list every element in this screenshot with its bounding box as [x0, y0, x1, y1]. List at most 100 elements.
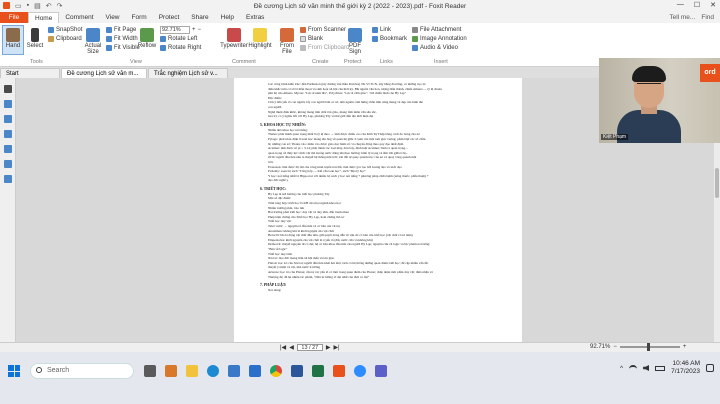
section-5-body: Nhiều nhà khoa học nổi tiếng: Thales: phá…: [260, 128, 510, 183]
mail-icon[interactable]: [249, 365, 261, 377]
minimize-button[interactable]: —: [677, 1, 684, 9]
next-page-button[interactable]: ▶: [326, 344, 331, 351]
first-page-button[interactable]: |◀: [280, 344, 286, 351]
volume-icon[interactable]: [643, 365, 650, 371]
zoom-in-button[interactable]: +: [192, 27, 196, 33]
maximize-button[interactable]: ☐: [694, 1, 700, 9]
tab-extras[interactable]: Extras: [240, 12, 270, 23]
last-page-button[interactable]: ▶|: [333, 344, 339, 351]
scrollbar-thumb[interactable]: [715, 168, 719, 198]
rotate-left-button[interactable]: Rotate Left: [160, 34, 201, 43]
hand-tool-button[interactable]: Hand: [2, 25, 24, 55]
media-icon: [412, 44, 418, 51]
pdf-page: Các công trình kiến trúc: đền Parthenon …: [234, 78, 522, 342]
edge-icon[interactable]: [207, 365, 219, 377]
tab-form[interactable]: Form: [126, 12, 153, 23]
link-button[interactable]: Link: [372, 25, 407, 34]
task-view-icon[interactable]: [144, 365, 156, 377]
pdf-sign-button[interactable]: PDF Sign: [344, 25, 366, 55]
tab-comment[interactable]: Comment: [59, 12, 99, 23]
rotate-right-button[interactable]: Rotate Right: [160, 43, 201, 52]
clipboard-button[interactable]: Clipboard: [48, 34, 82, 43]
status-bar: |◀ ◀ 13 / 27 ▶ ▶| 92.71% − +: [0, 342, 720, 352]
zoom-field[interactable]: 92.71%: [160, 25, 190, 34]
fit-page-button[interactable]: Fit Page: [106, 25, 140, 34]
notifications-icon[interactable]: [706, 364, 714, 372]
zoom-out-button[interactable]: −: [198, 27, 202, 33]
start-button[interactable]: [8, 365, 20, 377]
excel-icon[interactable]: [312, 365, 324, 377]
from-scanner-button[interactable]: From Scanner: [300, 25, 349, 34]
tab-view[interactable]: View: [100, 12, 126, 23]
page-thumbnails-icon[interactable]: [3, 85, 12, 93]
file-explorer-icon[interactable]: [186, 365, 198, 377]
highlight-icon: [253, 28, 267, 42]
tab-share[interactable]: Share: [185, 12, 214, 23]
zoom-out-icon[interactable]: −: [613, 344, 617, 350]
navigation-pane: [0, 78, 16, 342]
close-button[interactable]: ✕: [710, 1, 716, 9]
from-clipboard-button[interactable]: From Clipboard: [300, 43, 349, 52]
wifi-icon[interactable]: [629, 365, 638, 371]
bookmark-icon: [372, 35, 378, 42]
page-text-top: Các công trình kiến trúc: đền Parthenon …: [260, 82, 510, 119]
rotate-left-icon: [160, 35, 166, 42]
widgets-icon[interactable]: [165, 365, 177, 377]
taskbar-search[interactable]: Search: [30, 363, 134, 379]
rotate-right-icon: [160, 44, 166, 51]
teams-icon[interactable]: [375, 365, 387, 377]
audio-video-button[interactable]: Audio & Video: [412, 43, 467, 52]
battery-icon[interactable]: [655, 365, 666, 371]
fit-visible-button[interactable]: Fit Visible: [106, 43, 140, 52]
pdf-sign-icon: [348, 28, 362, 42]
tab-start[interactable]: Start: [0, 68, 60, 78]
zoom-slider[interactable]: [619, 343, 680, 351]
select-tool-button[interactable]: Select: [24, 25, 46, 49]
tray-overflow-button[interactable]: ^: [620, 365, 623, 372]
word-icon[interactable]: [291, 365, 303, 377]
file-menu[interactable]: File: [0, 12, 28, 23]
page-number-field[interactable]: 13 / 27: [296, 344, 323, 351]
view-group-label: View: [130, 59, 142, 65]
find-input[interactable]: Find: [701, 12, 714, 23]
section-7-body: Nổi dung:: [260, 288, 510, 293]
tab-document-1[interactable]: Đề cương Lịch sử văn m...: [61, 68, 147, 78]
tab-help[interactable]: Help: [215, 12, 240, 23]
tell-me-input[interactable]: Tell me...: [669, 12, 695, 23]
fit-width-button[interactable]: Fit Width: [106, 34, 140, 43]
layers-icon[interactable]: [3, 115, 12, 123]
reflow-icon: [140, 28, 154, 42]
tab-home[interactable]: Home: [28, 12, 60, 23]
paperclip-icon: [412, 26, 418, 33]
file-attachment-button[interactable]: File Attachment: [412, 25, 467, 34]
typewriter-button[interactable]: Typewriter: [220, 25, 248, 49]
zoom-percentage: 92.71%: [590, 344, 611, 350]
signatures-icon[interactable]: [3, 175, 12, 183]
zoom-in-icon[interactable]: +: [683, 344, 687, 350]
attachments-icon[interactable]: [3, 145, 12, 153]
tab-protect[interactable]: Protect: [153, 12, 186, 23]
fit-visible-icon: [106, 44, 112, 51]
security-icon[interactable]: [3, 160, 12, 168]
tab-document-2[interactable]: Trắc nghiệm Lịch sử v...: [148, 68, 228, 78]
from-file-button[interactable]: From File: [276, 25, 298, 55]
zoom-app-icon[interactable]: [354, 365, 366, 377]
window-title: Đề cương Lịch sử văn minh thế giới kỳ 2 …: [253, 2, 467, 10]
image-annotation-button[interactable]: Image Annotation: [412, 34, 467, 43]
title-bar: ▭ ▪ ▤ ↶ ↷ Đề cương Lịch sử văn minh thế …: [0, 0, 720, 12]
chrome-icon[interactable]: [270, 365, 282, 377]
highlight-button[interactable]: Highlight: [248, 25, 272, 49]
store-icon[interactable]: [228, 365, 240, 377]
bookmark-button[interactable]: Bookmark: [372, 34, 407, 43]
reflow-button[interactable]: Reflow: [136, 25, 158, 49]
prev-page-button[interactable]: ◀: [289, 344, 294, 351]
actual-size-button[interactable]: Actual Size: [82, 25, 104, 55]
bookmarks-icon[interactable]: [3, 100, 12, 108]
blank-page-button[interactable]: Blank: [300, 34, 349, 43]
scanner-icon: [300, 26, 306, 33]
clock[interactable]: 10:46 AM 7/17/2023: [671, 360, 700, 376]
cursor-icon: [31, 28, 39, 42]
foxit-reader-icon[interactable]: [333, 365, 345, 377]
snapshot-button[interactable]: SnapShot: [48, 25, 82, 34]
comments-icon[interactable]: [3, 130, 12, 138]
